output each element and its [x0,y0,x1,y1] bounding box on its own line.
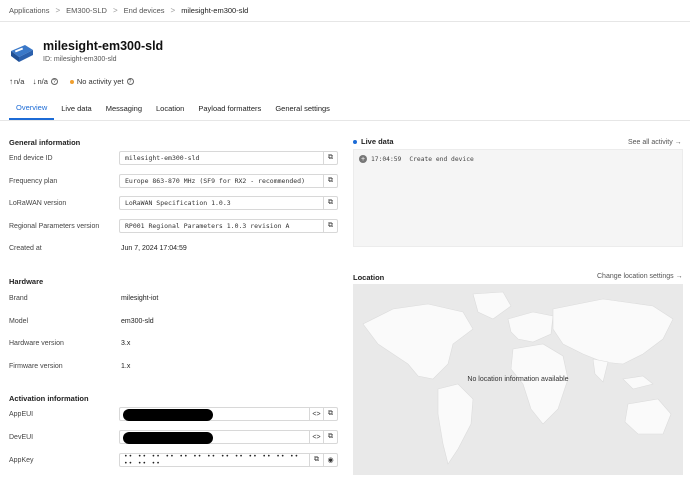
breadcrumb-application[interactable]: EM300-SLD [66,6,107,15]
live-event-text: Create end device [409,155,474,163]
regional-params-label: Regional Parameters version [9,223,100,230]
tab-bar: Overview Live data Messaging Location Pa… [9,96,337,120]
created-at-value: Jun 7, 2024 17:04:59 [121,245,187,252]
copy-icon[interactable]: ⧉ [323,408,337,420]
tab-messaging[interactable]: Messaging [99,96,149,120]
end-device-id-field: milesight-em300-sld ⧉ [119,151,338,165]
tab-live-data[interactable]: Live data [54,96,98,120]
frequency-plan-value: Europe 863-870 MHz (SF9 for RX2 - recomm… [125,177,306,185]
code-icon[interactable]: <> [309,408,323,420]
device-icon [11,45,33,62]
frequency-plan-field: Europe 863-870 MHz (SF9 for RX2 - recomm… [119,174,338,188]
activation-heading: Activation information [9,394,89,403]
copy-icon[interactable]: ⧉ [323,220,337,232]
lorawan-version-label: LoRaWAN version [9,200,67,207]
page-title: milesight-em300-sld [43,39,164,53]
tab-payload-formatters[interactable]: Payload formatters [191,96,268,120]
live-data-heading: Live data [353,137,394,146]
device-stats: ↑ n/a ↓ n/a ? No activity yet ? [9,77,134,86]
breadcrumb-separator: > [112,6,118,15]
hw-version-value: 3.x [121,340,131,347]
lorawan-version-field: LoRaWAN Specification 1.0.3 ⧉ [119,196,338,210]
fw-version-value: 1.x [121,363,131,370]
breadcrumb-end-devices[interactable]: End devices [124,6,165,15]
change-location-link[interactable]: Change location settings → [597,273,683,280]
downlink-count: n/a [37,77,48,86]
copy-icon[interactable]: ⧉ [323,175,337,187]
code-icon[interactable]: <> [309,431,323,443]
breadcrumb-current: milesight-em300-sld [181,6,249,15]
activity-dot [69,79,74,84]
appkey-label: AppKey [9,457,34,464]
live-event-row: + 17:04:59 Create end device [359,155,474,163]
breadcrumb-separator: > [55,6,61,15]
brand-label: Brand [9,295,28,302]
help-circle-icon[interactable]: ? [50,78,58,85]
activity-status: No activity yet ? [69,77,134,86]
device-id-subtitle: ID: milesight-em300-sld [43,56,117,63]
appkey-masked-value: •• •• •• •• •• •• •• •• •• •• •• •• •• •… [124,453,300,467]
activity-text: No activity yet [76,77,124,86]
frequency-plan-label: Frequency plan [9,178,58,185]
copy-icon[interactable]: ⧉ [323,197,337,209]
end-device-id-value: milesight-em300-sld [125,154,200,162]
model-label: Model [9,318,29,325]
breadcrumb: Applications > EM300-SLD > End devices >… [0,0,690,22]
end-device-id-label: End device ID [9,155,53,162]
general-info-heading: General information [9,138,81,147]
copy-icon[interactable]: ⧉ [309,454,323,466]
created-at-label: Created at [9,245,42,252]
appkey-field: •• •• •• •• •• •• •• •• •• •• •• •• •• •… [119,453,338,467]
live-event-time: 17:04:59 [371,155,402,163]
brand-value: milesight-iot [121,295,159,302]
redaction-block [123,432,213,444]
model-value: em300-sld [121,318,154,325]
arrow-down-icon: ↓ [32,77,37,86]
live-data-panel: + 17:04:59 Create end device [353,149,683,247]
breadcrumb-applications[interactable]: Applications [9,6,49,15]
hw-version-label: Hardware version [9,340,64,347]
tab-location[interactable]: Location [149,96,191,120]
copy-icon[interactable]: ⧉ [323,152,337,164]
tab-general-settings[interactable]: General settings [268,96,337,120]
see-all-activity-link[interactable]: See all activity → [628,139,682,146]
live-data-title: Live data [361,137,394,146]
fw-version-label: Firmware version [9,363,63,370]
tab-overview[interactable]: Overview [9,96,55,120]
deveui-field: <> ⧉ [119,430,338,444]
location-map[interactable]: No location information available [353,284,683,475]
lorawan-version-value: LoRaWAN Specification 1.0.3 [125,199,231,207]
regional-params-value: RP001 Regional Parameters 1.0.3 revision… [125,222,290,230]
arrow-up-icon: ↑ [9,77,13,86]
redaction-block [123,409,213,421]
appeui-field: <> ⧉ [119,407,338,421]
location-heading: Location [353,273,385,282]
deveui-label: DevEUI [9,434,34,441]
copy-icon[interactable]: ⧉ [323,431,337,443]
no-location-message: No location information available [467,376,569,383]
appeui-label: AppEUI [9,411,34,418]
help-circle-icon[interactable]: ? [126,78,134,85]
uplink-count: n/a [14,77,25,86]
hardware-heading: Hardware [9,277,44,286]
tab-divider [0,120,690,121]
regional-params-field: RP001 Regional Parameters 1.0.3 revision… [119,219,338,233]
breadcrumb-separator: > [170,6,176,15]
eye-icon[interactable]: ◉ [323,454,337,466]
plus-circle-icon: + [359,155,367,163]
live-indicator-dot [353,139,357,144]
